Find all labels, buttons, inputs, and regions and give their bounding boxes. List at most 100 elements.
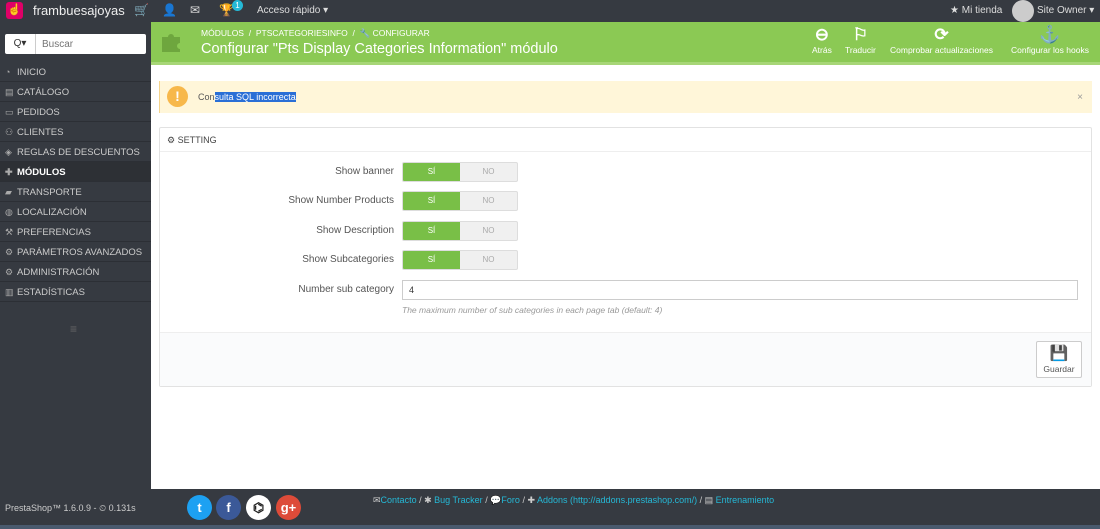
sidebar-item-transporte[interactable]: ▰ Transporte — [0, 182, 151, 202]
breadcrumb: MÓDULOS / PTSCATEGORIESINFO / 🔧 CONFIGUR… — [201, 28, 430, 39]
page-title: Configurar "Pts Display Categories Infor… — [201, 41, 558, 57]
number-sub-category-input[interactable]: 4 — [402, 280, 1078, 300]
alert-message-selected: sulta SQL incorrecta — [214, 92, 296, 102]
field-label: Show Subcategories — [302, 254, 394, 265]
field-show-banner: Show banner SÍ NO — [160, 162, 1091, 182]
back-button-label: Atrás — [812, 45, 832, 55]
credit-card-icon: ▭ — [5, 107, 14, 117]
tachometer-icon: ◔ — [5, 67, 11, 77]
field-hint: The maximum number of sub categories in … — [402, 305, 663, 315]
field-show-number-products: Show Number Products SÍ NO — [160, 191, 1091, 211]
toggle-no[interactable]: NO — [460, 192, 517, 210]
addons-link[interactable]: Addons (http://addons.prestashop.com/) — [537, 495, 697, 505]
field-label: Show Number Products — [288, 195, 394, 206]
sidebar-item-clientes[interactable]: ⚇ Clientes — [0, 122, 151, 142]
toggle-yes[interactable]: SÍ — [403, 163, 460, 181]
github-icon[interactable]: ⌬ — [246, 495, 271, 520]
sidebar-menu: ◔ Inicio ▤ Catálogo ▭ Pedidos ⚇ Clientes ◈ Re… — [0, 62, 151, 302]
sidebar-item-modulos[interactable]: ✚ Módulos — [0, 162, 151, 182]
configure-hooks-button[interactable]: ⚓ Configurar los hooks — [1011, 25, 1089, 55]
facebook-icon[interactable]: f — [216, 495, 241, 520]
sidebar-item-catalogo[interactable]: ▤ Catálogo — [0, 82, 151, 102]
toggle-no[interactable]: NO — [460, 251, 517, 269]
translate-button[interactable]: ⚐ Traducir — [845, 25, 876, 55]
breadcrumb-item-module[interactable]: PTSCATEGORIESINFO — [256, 28, 348, 38]
back-button[interactable]: ⊖ Atrás — [812, 25, 832, 55]
bug-icon: ✱ — [424, 495, 432, 505]
employee-menu[interactable]: Site Owner ▾ — [1037, 5, 1094, 16]
forum-link[interactable]: Foro — [501, 495, 520, 505]
sidebar-item-label: Administración — [17, 267, 100, 278]
show-number-products-toggle: SÍ NO — [402, 191, 518, 211]
footer-link-separator: / — [416, 495, 425, 505]
star-icon: ★ — [950, 5, 959, 16]
cog-icon: ⚙ — [5, 267, 14, 277]
my-shop-link[interactable]: ★ Mi tienda — [950, 5, 1002, 16]
show-description-toggle: SÍ NO — [402, 221, 518, 241]
sidebar-item-administracion[interactable]: ⚙ Administración — [0, 262, 151, 282]
globe-icon: ◍ — [5, 207, 13, 217]
top-bar: ☝ frambuesajoyas 🛒 👤 ✉ 🏆 1 Acceso rápido… — [0, 0, 1100, 22]
sidebar-item-localizacion[interactable]: ◍ Localización — [0, 202, 151, 222]
refresh-icon: ⟳ — [934, 25, 949, 44]
sidebar-item-label: Parámetros avanzados — [17, 247, 143, 258]
sidebar-item-estadisticas[interactable]: ▥ Estadísticas — [0, 282, 151, 302]
sidebar-item-label: Catálogo — [17, 87, 70, 98]
save-button[interactable]: 💾 Guardar — [1036, 341, 1082, 378]
sidebar-item-label: Módulos — [17, 167, 66, 178]
sidebar-item-label: Reglas de descuentos — [17, 147, 140, 158]
anchor-icon: ⚓ — [1039, 25, 1061, 44]
twitter-icon[interactable]: t — [187, 495, 212, 520]
breadcrumb-item-configurar: CONFIGURAR — [372, 28, 430, 38]
alert-message: Consulta SQL incorrecta — [198, 92, 296, 102]
sidebar-item-label: Transporte — [17, 187, 82, 198]
version-info: PrestaShop™ 1.6.0.9 - ⏲ 0.131s — [5, 503, 136, 514]
version-label: PrestaShop™ 1.6.0.9 - — [5, 503, 100, 513]
header-underline — [151, 62, 1100, 65]
prestashop-logo-icon[interactable]: ☝ — [6, 2, 23, 19]
cart-icon[interactable]: 🛒 — [134, 3, 149, 17]
quick-access-dropdown[interactable]: Acceso rápido ▾ — [257, 5, 328, 16]
toggle-yes[interactable]: SÍ — [403, 192, 460, 210]
field-number-sub-category: Number sub category 4 — [160, 280, 1091, 300]
sidebar-item-reglas[interactable]: ◈ Reglas de descuentos — [0, 142, 151, 162]
sidebar-item-label: Localización — [17, 207, 87, 218]
toggle-yes[interactable]: SÍ — [403, 222, 460, 240]
field-label: Show banner — [335, 166, 394, 177]
toggle-yes[interactable]: SÍ — [403, 251, 460, 269]
search-type-dropdown[interactable]: Q▾ — [5, 34, 36, 54]
floppy-disk-icon: 💾 — [1049, 345, 1069, 362]
envelope-icon: ✉ — [373, 495, 381, 505]
close-icon[interactable]: × — [1077, 92, 1083, 103]
collapse-menu-icon[interactable]: ≡ — [70, 322, 77, 336]
shop-name-link[interactable]: frambuesajoyas — [33, 3, 125, 18]
sidebar-item-label: Preferencias — [17, 227, 91, 238]
alert-message-prefix: Con — [198, 92, 215, 102]
sidebar-item-inicio[interactable]: ◔ Inicio — [0, 62, 151, 82]
training-link[interactable]: Entrenamiento — [716, 495, 775, 505]
toggle-no[interactable]: NO — [460, 163, 517, 181]
toggle-no[interactable]: NO — [460, 222, 517, 240]
breadcrumb-separator: / — [352, 28, 355, 38]
envelope-icon[interactable]: ✉ — [190, 3, 200, 17]
sidebar-item-pedidos[interactable]: ▭ Pedidos — [0, 102, 151, 122]
bug-tracker-link[interactable]: Bug Tracker — [434, 495, 483, 505]
panel-footer: 💾 Guardar — [160, 332, 1091, 386]
google-plus-icon[interactable]: g+ — [276, 495, 301, 520]
wrench-icon: 🔧 — [359, 28, 371, 38]
configure-hooks-button-label: Configurar los hooks — [1011, 45, 1089, 55]
breadcrumb-item-modulos[interactable]: MÓDULOS — [201, 28, 244, 38]
puzzle-icon: ✚ — [527, 495, 535, 505]
search-box: Q▾ — [5, 34, 146, 54]
render-time: 0.131s — [108, 503, 136, 513]
puzzle-icon — [162, 34, 180, 52]
check-updates-button[interactable]: ⟳ Comprobar actualizaciones — [890, 25, 993, 55]
wrench-icon: ⚒ — [5, 227, 14, 237]
bar-chart-icon: ▥ — [5, 287, 14, 297]
sidebar-item-preferencias[interactable]: ⚒ Preferencias — [0, 222, 151, 242]
sidebar-item-parametros[interactable]: ⚙ Parámetros avanzados — [0, 242, 151, 262]
user-icon[interactable]: 👤 — [162, 3, 177, 17]
avatar[interactable] — [1012, 0, 1034, 22]
search-input[interactable] — [38, 36, 142, 52]
contact-link[interactable]: Contacto — [381, 495, 417, 505]
